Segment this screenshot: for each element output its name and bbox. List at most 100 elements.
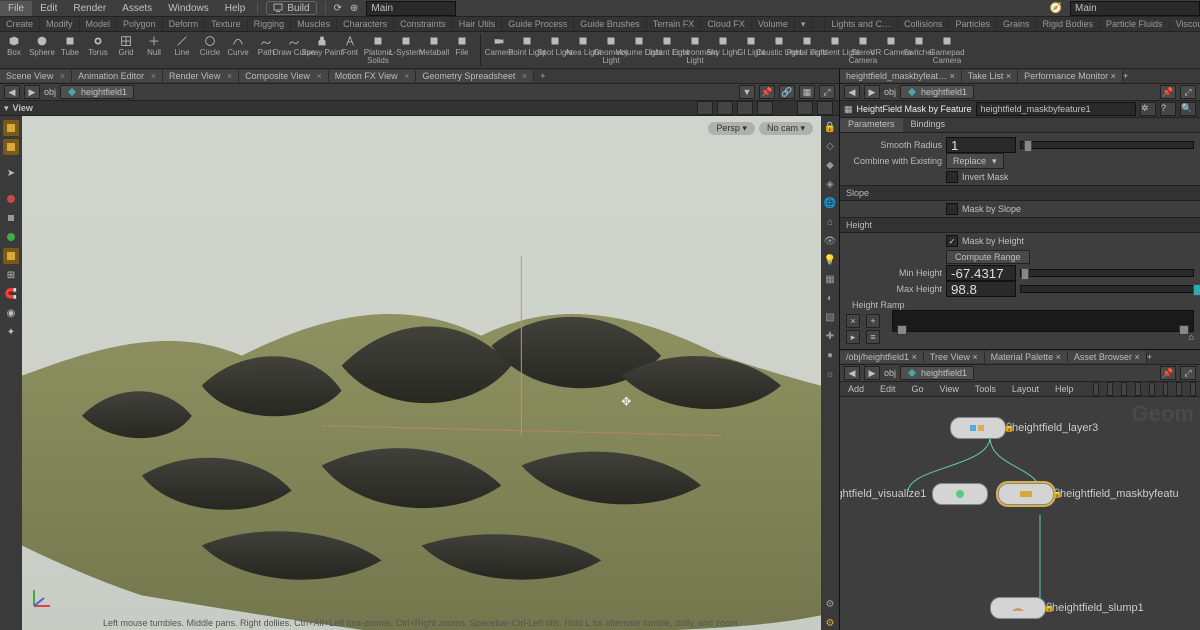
ntab-material[interactable]: Material Palette × — [985, 351, 1068, 363]
rtab-maskbyfeature[interactable]: heightfield_maskbyfeat… × — [840, 70, 962, 82]
nav-fwd-icon[interactable]: ▶ — [24, 85, 40, 99]
shelf-tab-b-6[interactable]: Viscous Fluids — [1170, 18, 1200, 31]
net-btn-2-icon[interactable] — [1107, 382, 1113, 396]
orbit-tool-icon[interactable]: ◉ — [3, 305, 19, 321]
combine-dropdown[interactable]: Replace▾ — [946, 153, 1004, 169]
net-menu-tools[interactable]: Tools — [971, 383, 1000, 395]
left-tab-2[interactable]: Render View × — [163, 70, 239, 82]
mask-by-slope-checkbox[interactable] — [946, 203, 958, 215]
shelf-tab-b-1[interactable]: Collisions — [898, 18, 950, 31]
build-desktop-button[interactable]: Build — [266, 1, 316, 15]
shelf-tab-a-15[interactable]: Volume — [752, 18, 795, 31]
update-icon[interactable]: ⊕ — [350, 3, 358, 14]
left-tab-4[interactable]: Motion FX View × — [329, 70, 417, 82]
cook-icon[interactable]: ⟳ — [334, 3, 342, 14]
ramp-menu-icon[interactable]: ≡ — [866, 330, 880, 344]
rtab-perfmon[interactable]: Performance Monitor × — [1018, 70, 1123, 82]
left-tab-1[interactable]: Animation Editor × — [72, 70, 163, 82]
home-icon[interactable]: ⌂ — [823, 215, 837, 229]
net-menu-view[interactable]: View — [936, 383, 963, 395]
path-node[interactable]: heightfield1 — [60, 85, 134, 99]
vp-tool-2-icon[interactable] — [717, 101, 733, 115]
search-field[interactable]: Main — [1070, 1, 1200, 16]
search-icon[interactable]: 🧭 — [1050, 3, 1062, 14]
npin-icon[interactable]: 📌 — [1160, 366, 1176, 380]
shelf-tool-torus[interactable]: Torus — [84, 32, 112, 67]
shelf-tool-grid[interactable]: Grid — [112, 32, 140, 67]
path-dropdown-icon[interactable]: ▼ — [739, 85, 755, 99]
rpath-node[interactable]: heightfield1 — [900, 85, 974, 99]
npath-obj[interactable]: obj — [884, 368, 896, 378]
shelf-tool-lsystem[interactable]: L-System — [392, 32, 420, 67]
shelf-tool-platonic[interactable]: Platonic Solids — [364, 32, 392, 67]
net-btn-3-icon[interactable] — [1121, 382, 1127, 396]
chevron-down-icon[interactable]: ▾ — [4, 103, 9, 114]
menu-assets[interactable]: Assets — [114, 1, 160, 16]
shelf-tab-a-6[interactable]: Rigging — [248, 18, 292, 31]
menu-edit[interactable]: Edit — [32, 1, 65, 16]
tab-bindings[interactable]: Bindings — [903, 118, 954, 132]
left-tab-0[interactable]: Scene View × — [0, 70, 72, 82]
marker-icon[interactable]: ● — [823, 348, 837, 362]
shelf-tab-b-3[interactable]: Grains — [997, 18, 1037, 31]
net-menu-go[interactable]: Go — [908, 383, 928, 395]
slope-section[interactable]: Slope — [840, 185, 1200, 201]
net-menu-edit[interactable]: Edit — [876, 383, 900, 395]
camera-nocam-pill[interactable]: No cam ▾ — [759, 122, 813, 135]
pin-icon[interactable]: 📌 — [759, 85, 775, 99]
height-section[interactable]: Height — [840, 217, 1200, 233]
min-height-slider[interactable] — [1020, 269, 1194, 277]
gear-icon[interactable]: ✲ — [1140, 102, 1156, 116]
vp-tool-settings-icon[interactable] — [817, 101, 833, 115]
left-tab-3[interactable]: Composite View × — [239, 70, 329, 82]
menu-windows[interactable]: Windows — [160, 1, 217, 16]
path-obj[interactable]: obj — [44, 87, 56, 97]
shelf-tab-b-0[interactable]: Lights and C… — [825, 18, 898, 31]
magnet-tool-icon[interactable]: 🧲 — [3, 286, 19, 302]
camera-persp-pill[interactable]: Persp ▾ — [708, 122, 755, 135]
node-heightfield-slump1[interactable]: 🔒 heightfield_slump1 — [990, 597, 1144, 619]
invert-mask-checkbox[interactable] — [946, 171, 958, 183]
shelf-tool-circle[interactable]: Circle — [196, 32, 224, 67]
node-heightfield-maskbyfeature[interactable]: 🔒 heightfield_maskbyfeatu — [998, 483, 1179, 505]
select-tool-2-icon[interactable] — [3, 139, 19, 155]
node-heightfield-visualize1[interactable]: ightfield_visualize1 — [840, 483, 988, 505]
eye-icon[interactable]: 👁 — [823, 234, 837, 248]
shelf-tool-ambientlight[interactable]: Ambient Light — [821, 32, 849, 67]
net-btn-7-icon[interactable] — [1176, 382, 1182, 396]
shelf-tab-a-10[interactable]: Hair Utils — [453, 18, 503, 31]
shelf-tool-box[interactable]: Box — [0, 32, 28, 67]
net-menu-add[interactable]: Add — [844, 383, 868, 395]
left-tab-5[interactable]: Geometry Spreadsheet × — [416, 70, 534, 82]
shelf-tab-a-2[interactable]: Model — [80, 18, 118, 31]
shelf-tab-a-12[interactable]: Guide Brushes — [574, 18, 647, 31]
nnav-back-icon[interactable]: ◀ — [844, 366, 860, 380]
shelf-tool-skylight[interactable]: Sky Light — [709, 32, 737, 67]
link-icon[interactable]: 🔗 — [779, 85, 795, 99]
menu-file[interactable]: File — [0, 1, 32, 16]
network-view[interactable]: Geom 🔒 heightfield_layer3 ightfield_visu… — [840, 397, 1200, 630]
vp-tool-1-icon[interactable] — [697, 101, 713, 115]
shelf-tool-sphere[interactable]: Sphere — [28, 32, 56, 67]
shelf-tool-spraypaint[interactable]: Spray Paint — [308, 32, 336, 67]
shelf-tool-null[interactable]: Null — [140, 32, 168, 67]
max-height-slider[interactable] — [1020, 285, 1194, 293]
rnav-fwd-icon[interactable]: ▶ — [864, 85, 880, 99]
vp-tool-3-icon[interactable] — [737, 101, 753, 115]
net-btn-1-icon[interactable] — [1093, 382, 1099, 396]
search-icon[interactable]: 🔍 — [1180, 102, 1196, 116]
shelf-tab-b-5[interactable]: Particle Fluids — [1100, 18, 1170, 31]
exposure-icon[interactable]: ☼ — [823, 367, 837, 381]
net-menu-help[interactable]: Help — [1051, 383, 1078, 395]
nnav-fwd-icon[interactable]: ▶ — [864, 366, 880, 380]
box-tool-icon[interactable] — [3, 210, 19, 226]
layout-icon[interactable]: ▦ — [799, 85, 815, 99]
shelf-tool-curve[interactable]: Curve — [224, 32, 252, 67]
lock-icon[interactable]: 🔒 — [823, 120, 837, 134]
shelf-tab-a-5[interactable]: Texture — [205, 18, 248, 31]
net-menu-layout[interactable]: Layout — [1008, 383, 1043, 395]
colorgear-icon[interactable]: ⚙ — [823, 616, 837, 630]
sphere-tool-icon[interactable] — [3, 191, 19, 207]
vp-tool-maximize-icon[interactable] — [797, 101, 813, 115]
guide-icon[interactable]: ✚ — [823, 329, 837, 343]
